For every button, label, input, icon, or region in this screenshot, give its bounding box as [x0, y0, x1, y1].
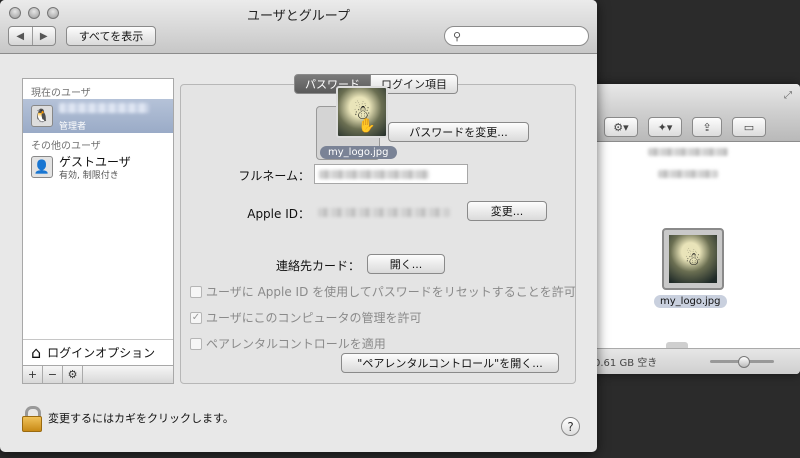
full-name-label: フルネーム：: [238, 169, 310, 183]
avatar: 🐧: [31, 105, 53, 127]
finder-titlebar: ⤢: [588, 84, 800, 112]
user-role: 管理者: [59, 122, 87, 132]
lock-area[interactable]: 変更するにはカギをクリックします。: [22, 406, 234, 432]
reset-password-checkbox[interactable]: ユーザに Apple ID を使用してパスワードをリセットすることを許可: [190, 283, 576, 300]
show-all-button[interactable]: すべてを表示: [66, 26, 156, 46]
apple-id-label: Apple ID：: [247, 207, 310, 221]
login-options-item[interactable]: ⌂ ログインオプション: [23, 339, 173, 365]
admin-label: ユーザにこのコンピュータの管理を許可: [206, 311, 422, 325]
checkbox-box[interactable]: [190, 337, 202, 350]
guest-user-item[interactable]: 👤 ゲストユーザ 有効, 制限付き: [23, 151, 173, 183]
current-user-item[interactable]: 🐧 管理者: [23, 99, 173, 133]
contact-card-label: 連絡先カード：: [275, 259, 360, 273]
finder-window: ⤢ ⚙▾ ✦▾ ⇪ ▭ ☃ my_logo.jpg 0.61 GB 空き: [588, 84, 800, 374]
other-users-heading: その他のユーザ: [31, 141, 101, 152]
checkmark-icon[interactable]: ✓: [190, 311, 202, 324]
slider-knob[interactable]: [738, 356, 750, 368]
file-name-label[interactable]: my_logo.jpg: [654, 295, 727, 308]
back-button[interactable]: ◀: [9, 27, 32, 45]
add-user-button[interactable]: +: [23, 366, 43, 383]
guest-avatar: 👤: [31, 156, 53, 178]
home-icon: ⌂: [31, 343, 42, 362]
blurred-username: [59, 103, 149, 113]
open-contact-card-button[interactable]: 開く...: [367, 254, 445, 274]
lock-text: 変更するにはカギをクリックします。: [48, 412, 234, 425]
admin-checkbox[interactable]: ✓ ユーザにこのコンピュータの管理を許可: [190, 309, 422, 326]
nav-buttons: ◀ ▶: [8, 26, 56, 46]
search-icon: ⚲: [453, 29, 462, 43]
checkbox-box[interactable]: [190, 285, 202, 298]
current-users-heading: 現在のユーザ: [31, 88, 91, 99]
change-password-button[interactable]: パスワードを変更...: [388, 122, 529, 142]
titlebar: ユーザとグループ ◀ ▶ すべてを表示 ⚲: [0, 0, 597, 54]
guest-status: 有効, 制限付き: [59, 171, 119, 181]
lock-icon[interactable]: [22, 406, 42, 432]
help-button[interactable]: ?: [561, 417, 580, 436]
full-name-field[interactable]: [314, 164, 468, 184]
change-apple-id-button[interactable]: 変更...: [467, 201, 547, 221]
sidebar-toolbar: + − ⚙: [23, 365, 173, 383]
action-gear-button[interactable]: ⚙▾: [604, 117, 638, 137]
blurred-apple-id: [318, 208, 450, 217]
dropbox-button[interactable]: ✦▾: [648, 117, 682, 137]
parental-checkbox[interactable]: ペアレンタルコントロールを適用: [190, 335, 386, 352]
disk-space-text: 0.61 GB 空き: [594, 358, 658, 369]
users-list: 現在のユーザ 🐧 管理者 その他のユーザ 👤 ゲストユーザ 有効, 制限付き ⌂…: [22, 78, 174, 384]
parental-label: ペアレンタルコントロールを適用: [206, 337, 386, 351]
share-button[interactable]: ⇪: [692, 117, 722, 137]
forward-button[interactable]: ▶: [31, 27, 56, 45]
open-parental-controls-button[interactable]: "ペアレンタルコントロール"を開く...: [341, 353, 559, 373]
dragged-file-name: my_logo.jpg: [320, 146, 397, 159]
blurred-text: [648, 148, 728, 156]
blurred-text: [319, 170, 429, 179]
blurred-text: [658, 170, 718, 178]
finder-toolbar: ⚙▾ ✦▾ ⇪ ▭: [588, 112, 800, 142]
users-groups-window: ユーザとグループ ◀ ▶ すべてを表示 ⚲ 現在のユーザ 🐧 管理者 その他のユ…: [0, 0, 597, 452]
reset-password-label: ユーザに Apple ID を使用してパスワードをリセットすることを許可: [206, 285, 576, 299]
logo-image: ☃: [669, 235, 717, 283]
fullscreen-icon[interactable]: ⤢: [784, 90, 792, 101]
grab-cursor-icon: ✋: [358, 118, 376, 134]
gear-icon[interactable]: ⚙: [63, 366, 83, 383]
file-thumbnail[interactable]: ☃: [662, 228, 724, 290]
window-title: ユーザとグループ: [247, 9, 350, 24]
login-options-label: ログインオプション: [47, 346, 156, 360]
finder-status-bar: 0.61 GB 空き: [588, 348, 800, 374]
finder-content: ☃ my_logo.jpg: [588, 142, 800, 374]
tag-button[interactable]: ▭: [732, 117, 766, 137]
search-input[interactable]: ⚲: [444, 26, 589, 46]
remove-user-button[interactable]: −: [43, 366, 63, 383]
